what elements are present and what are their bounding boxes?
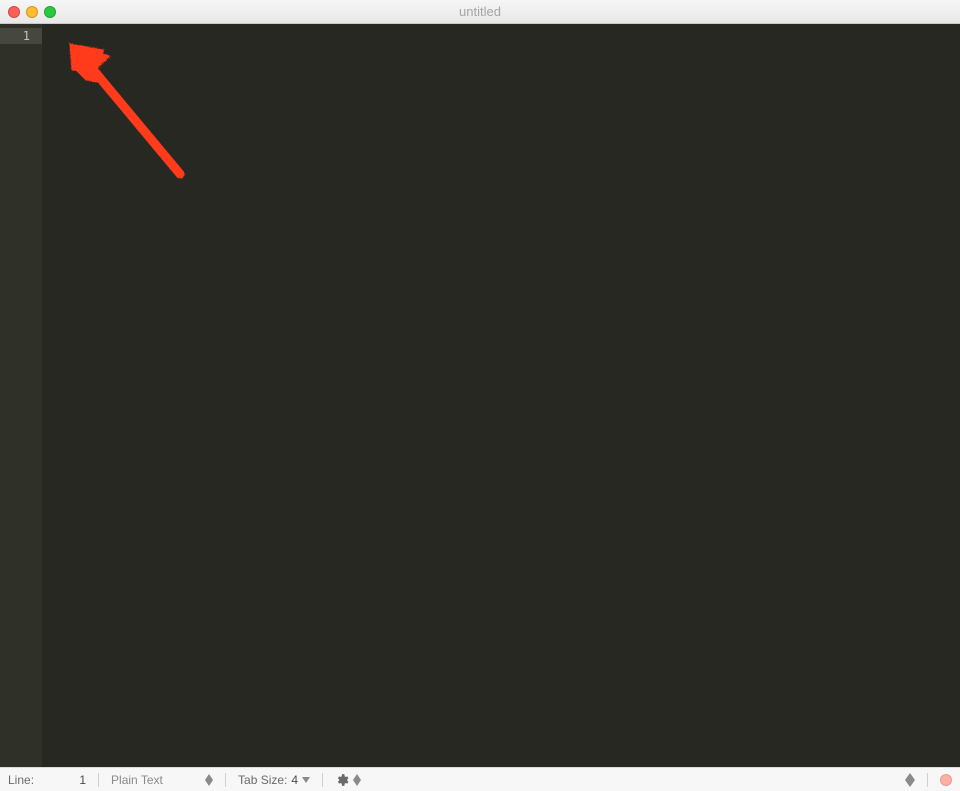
statusbar-divider (225, 773, 226, 787)
statusbar-divider (322, 773, 323, 787)
code-editor[interactable] (42, 24, 960, 767)
editor-area: 1 (0, 24, 960, 767)
stepper-icon (353, 774, 361, 786)
traffic-lights (8, 6, 56, 18)
tab-size-value: 4 (291, 773, 298, 787)
record-macro-button[interactable] (940, 774, 952, 786)
close-window-button[interactable] (8, 6, 20, 18)
line-indicator[interactable]: Line: 1 (8, 768, 86, 791)
statusbar: Line: 1 Plain Text Tab Size: 4 (0, 767, 960, 791)
titlebar: untitled (0, 0, 960, 24)
window-title: untitled (0, 4, 960, 19)
line-label: Line: (8, 773, 34, 787)
minimize-window-button[interactable] (26, 6, 38, 18)
line-number: 1 (0, 28, 42, 44)
chevron-down-icon (302, 777, 310, 783)
statusbar-divider (98, 773, 99, 787)
tab-size-label: Tab Size: (238, 773, 287, 787)
gear-icon (335, 773, 349, 787)
statusbar-divider (927, 773, 928, 787)
line-value: 1 (38, 773, 86, 787)
font-size-stepper[interactable] (905, 773, 915, 787)
app-window: untitled 1 Line: (0, 0, 960, 791)
zoom-window-button[interactable] (44, 6, 56, 18)
line-number-gutter[interactable]: 1 (0, 24, 42, 767)
settings-button[interactable] (335, 768, 361, 791)
stepper-icon (205, 774, 213, 786)
language-label: Plain Text (111, 773, 201, 787)
tab-size-selector[interactable]: Tab Size: 4 (238, 768, 310, 791)
language-selector[interactable]: Plain Text (111, 768, 213, 791)
